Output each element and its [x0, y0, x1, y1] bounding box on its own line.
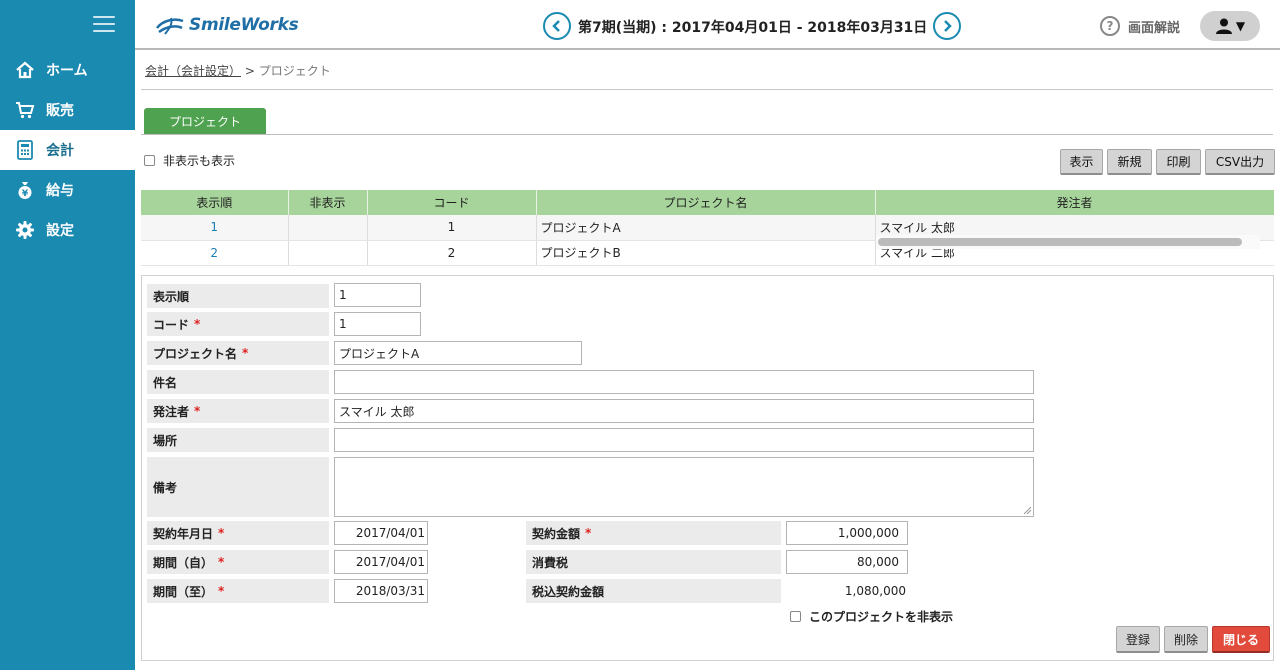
show-hidden-filter: 非表示も表示 [144, 152, 235, 169]
next-period-button[interactable] [933, 12, 961, 40]
code-input[interactable]: 1 [334, 312, 421, 336]
gear-icon [14, 219, 36, 241]
display-button[interactable]: 表示 [1060, 149, 1103, 175]
period-to-input[interactable]: 2018/03/31 [334, 579, 428, 603]
nav-label-payroll: 給与 [46, 183, 74, 199]
help-link[interactable]: ? 画面解説 [1100, 16, 1180, 36]
client-input[interactable]: スマイル 太郎 [334, 399, 1034, 423]
sidebar: ホーム 販売 会計 ¥ 給与 設定 [0, 0, 135, 670]
menu-toggle-icon[interactable] [93, 14, 117, 34]
contract-amount-input[interactable]: 1,000,000 [786, 521, 908, 545]
row-name-cell: プロジェクトB [536, 240, 876, 266]
row-code-cell: 2 [367, 240, 537, 266]
svg-text:¥: ¥ [22, 189, 29, 199]
display-order-input[interactable]: 1 [334, 283, 421, 307]
consumption-tax-input[interactable]: 80,000 [786, 550, 908, 574]
close-button[interactable]: 閉じる [1212, 626, 1270, 653]
chevron-down-icon: ▼ [1235, 19, 1246, 33]
period-to-label: 期間（至） * [147, 579, 329, 603]
csv-export-button[interactable]: CSV出力 [1205, 149, 1275, 175]
column-header-project-name[interactable]: プロジェクト名 [536, 190, 876, 215]
consumption-tax-label: 消費税 [526, 550, 781, 574]
question-icon: ? [1100, 16, 1120, 36]
show-hidden-checkbox[interactable] [144, 155, 155, 166]
location-label: 場所 [147, 428, 329, 452]
breadcrumb-link-accounting[interactable]: 会計（会計設定） [145, 64, 241, 78]
fiscal-period: 第7期(当期) : 2017年04月01日 - 2018年03月31日 [578, 20, 928, 36]
notes-textarea[interactable] [334, 457, 1034, 517]
logo[interactable]: SmileWorks [155, 14, 299, 36]
project-name-input[interactable]: プロジェクトA [334, 341, 582, 365]
project-grid: 表示順 非表示 コード プロジェクト名 発注者 1 1 プロジェクトA スマイル… [141, 190, 1274, 266]
contract-date-label: 契約年月日 * [147, 521, 329, 545]
smile-logo-icon [156, 17, 184, 35]
column-header-hidden[interactable]: 非表示 [288, 190, 368, 215]
breadcrumb: 会計（会計設定） > プロジェクト [145, 62, 331, 79]
nav-item-payroll[interactable]: ¥ 給与 [0, 170, 135, 210]
chevron-right-icon [944, 20, 952, 32]
period-from-label: 期間（自） * [147, 550, 329, 574]
user-menu-button[interactable]: ▼ [1200, 11, 1260, 41]
notes-label: 備考 [147, 457, 329, 517]
project-name-label: プロジェクト名 * [147, 341, 329, 365]
delete-button[interactable]: 削除 [1164, 626, 1208, 653]
row-name-cell: プロジェクトA [536, 215, 876, 241]
money-bag-icon: ¥ [14, 179, 36, 201]
hide-project-option: このプロジェクトを非表示 [790, 608, 953, 625]
nav-item-home[interactable]: ホーム [0, 50, 135, 90]
divider [141, 134, 1273, 135]
row-hidden-cell [288, 240, 368, 266]
display-order-label: 表示順 [147, 284, 329, 308]
row-order-link[interactable]: 1 [141, 215, 289, 241]
grid-header-row: 表示順 非表示 コード プロジェクト名 発注者 [141, 190, 1274, 215]
column-header-client[interactable]: 発注者 [875, 190, 1274, 215]
nav-label-accounting: 会計 [46, 143, 74, 159]
calculator-icon [14, 139, 36, 161]
prev-period-button[interactable] [543, 12, 571, 40]
code-label: コード * [147, 312, 329, 336]
home-icon [14, 59, 36, 81]
hide-project-label: このプロジェクトを非表示 [809, 610, 954, 624]
breadcrumb-current: プロジェクト [258, 64, 331, 78]
resize-handle-icon[interactable] [1023, 506, 1032, 515]
new-button[interactable]: 新規 [1107, 149, 1152, 175]
nav-item-sales[interactable]: 販売 [0, 90, 135, 130]
register-button[interactable]: 登録 [1116, 626, 1160, 653]
cart-icon [14, 99, 36, 121]
divider [141, 89, 1273, 90]
table-row [141, 265, 1274, 266]
period-from-input[interactable]: 2017/04/01 [334, 550, 428, 574]
help-label: 画面解説 [1128, 20, 1181, 36]
user-icon [1215, 18, 1232, 34]
print-button[interactable]: 印刷 [1156, 149, 1201, 175]
nav-label-home: ホーム [46, 63, 88, 79]
nav-item-accounting[interactable]: 会計 [0, 130, 135, 170]
total-with-tax-value: 1,080,000 [844, 584, 906, 598]
horizontal-scrollbar[interactable] [878, 238, 1242, 246]
nav-item-settings[interactable]: 設定 [0, 210, 135, 250]
total-with-tax-label: 税込契約金額 [526, 579, 781, 603]
row-order-link[interactable]: 2 [141, 240, 289, 266]
nav-label-sales: 販売 [46, 103, 74, 119]
chevron-left-icon [552, 20, 560, 32]
header: SmileWorks 第7期(当期) : 2017年04月01日 - 2018年… [135, 0, 1280, 50]
row-code-cell: 1 [367, 215, 537, 241]
row-hidden-cell [288, 215, 368, 241]
subject-input[interactable] [334, 370, 1034, 394]
subject-label: 件名 [147, 370, 329, 394]
logo-text: SmileWorks [189, 15, 299, 35]
client-label: 発注者 * [147, 399, 329, 423]
contract-date-input[interactable]: 2017/04/01 [334, 521, 428, 545]
column-header-order[interactable]: 表示順 [141, 190, 289, 215]
column-header-code[interactable]: コード [367, 190, 537, 215]
tab-project[interactable]: プロジェクト [144, 108, 266, 134]
nav-label-settings: 設定 [46, 223, 74, 239]
location-input[interactable] [334, 428, 1034, 452]
breadcrumb-separator: > [244, 64, 255, 78]
show-hidden-label: 非表示も表示 [163, 154, 236, 168]
hide-project-checkbox[interactable] [790, 611, 801, 622]
contract-amount-label: 契約金額 * [526, 521, 781, 545]
